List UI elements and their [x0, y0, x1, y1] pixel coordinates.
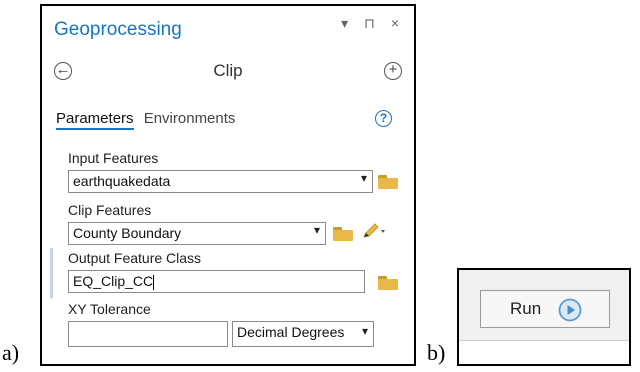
tab-environments[interactable]: Environments	[144, 110, 236, 127]
xy-tolerance-input[interactable]	[68, 321, 228, 347]
output-feature-class-value: EQ_Clip_CC	[73, 273, 154, 289]
figure-label-a: a)	[2, 340, 20, 365]
folder-icon[interactable]	[333, 226, 353, 241]
input-features-dropdown[interactable]: earthquakedata ▾	[68, 170, 373, 193]
output-feature-class-input[interactable]: EQ_Clip_CC	[68, 270, 365, 293]
tool-name: Clip	[213, 61, 243, 80]
text-cursor	[153, 274, 155, 290]
clip-features-dropdown[interactable]: County Boundary ▾	[68, 222, 326, 245]
run-panel: Run	[457, 268, 631, 366]
xy-tolerance-label: XY Tolerance	[68, 301, 151, 317]
play-icon	[558, 298, 582, 322]
clip-features-value: County Boundary	[73, 225, 182, 241]
xy-tolerance-unit-value: Decimal Degrees	[237, 324, 345, 340]
pencil-icon[interactable]	[361, 222, 387, 240]
xy-tolerance-unit-dropdown[interactable]: Decimal Degrees ▾	[232, 321, 374, 347]
chevron-down-icon: ▾	[360, 171, 367, 185]
help-icon[interactable]: ?	[375, 110, 392, 127]
input-features-value: earthquakedata	[73, 173, 171, 189]
geoprocessing-pane: Geoprocessing ▾ ⊓ × ← Clip + Parameters …	[40, 4, 416, 366]
folder-icon[interactable]	[378, 275, 398, 290]
chevron-down-icon: ▾	[313, 223, 320, 237]
folder-icon[interactable]	[378, 174, 398, 189]
window-controls[interactable]: ▾ ⊓ ×	[341, 15, 405, 32]
run-label: Run	[510, 299, 542, 318]
add-icon[interactable]: +	[384, 62, 402, 80]
tab-bar: Parameters Environments	[56, 110, 241, 130]
tab-parameters[interactable]: Parameters	[56, 110, 134, 130]
pane-title: Geoprocessing	[54, 19, 182, 40]
run-button[interactable]: Run	[480, 290, 610, 328]
clip-features-label: Clip Features	[68, 202, 152, 218]
chevron-down-icon: ▾	[361, 324, 368, 338]
focus-indicator	[50, 248, 53, 298]
figure-label-b: b)	[427, 340, 446, 365]
input-features-label: Input Features	[68, 150, 159, 166]
output-feature-class-label: Output Feature Class	[68, 250, 202, 266]
